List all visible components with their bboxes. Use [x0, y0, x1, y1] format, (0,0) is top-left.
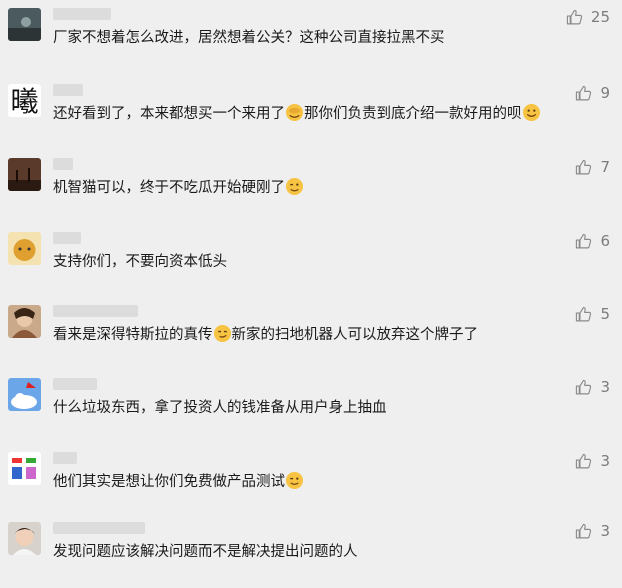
comment-text: 什么垃圾东西，拿了投资人的钱准备从用户身上抽血: [53, 400, 387, 416]
like-count: 7: [600, 158, 610, 176]
like-count: 3: [600, 452, 610, 470]
like-button[interactable]: 3: [575, 378, 610, 396]
like-button[interactable]: 7: [575, 158, 610, 176]
wink-emoji-icon: [285, 177, 304, 196]
avatar[interactable]: [8, 232, 41, 265]
comment-text-part: 那你们负责到底介绍一款好用的呗: [304, 106, 522, 122]
nickname[interactable]: [53, 305, 138, 317]
comment-item: 机智猫可以，终于不吃瓜开始硬刚了 7: [0, 152, 622, 224]
thumbs-up-icon: [575, 306, 592, 323]
nickname[interactable]: [53, 522, 145, 534]
comment-item: 看来是深得特斯拉的真传 新家的扫地机器人可以放弃这个牌子了 5: [0, 299, 622, 371]
avatar[interactable]: [8, 305, 41, 338]
avatar[interactable]: [8, 378, 41, 411]
comment-text: 机智猫可以，终于不吃瓜开始硬刚了: [53, 176, 304, 200]
comment-text-part: 新家的扫地机器人可以放弃这个牌子了: [231, 327, 479, 343]
like-count: 3: [600, 378, 610, 396]
thumbs-up-icon: [575, 523, 592, 540]
nickname[interactable]: [53, 8, 111, 20]
facepalm-emoji-icon: [285, 103, 304, 122]
nickname[interactable]: [53, 232, 81, 244]
comment-item: 什么垃圾东西，拿了投资人的钱准备从用户身上抽血 3: [0, 372, 622, 444]
comment-text-part: 机智猫可以，终于不吃瓜开始硬刚了: [53, 180, 285, 196]
comment-text: 支持你们，不要向资本低头: [53, 254, 227, 270]
like-count: 25: [590, 8, 610, 26]
comment-item: 厂家不想着怎么改进，居然想着公关？这种公司直接拉黑不买 25: [0, 2, 622, 74]
avatar[interactable]: [8, 522, 41, 555]
comment-text: 看来是深得特斯拉的真传 新家的扫地机器人可以放弃这个牌子了: [53, 323, 478, 347]
comment-item: 他们其实是想让你们免费做产品测试 3: [0, 446, 622, 518]
thumbs-up-icon: [575, 159, 592, 176]
thumbs-up-icon: [566, 9, 583, 26]
wink-tongue-emoji-icon: [285, 471, 304, 490]
like-button[interactable]: 3: [575, 452, 610, 470]
like-button[interactable]: 3: [575, 522, 610, 540]
avatar[interactable]: [8, 158, 41, 191]
like-count: 6: [600, 232, 610, 250]
avatar[interactable]: 曦: [8, 84, 41, 117]
like-button[interactable]: 25: [566, 8, 610, 26]
thumbs-up-icon: [575, 233, 592, 250]
like-button[interactable]: 6: [575, 232, 610, 250]
comment-text: 厂家不想着怎么改进，居然想着公关？这种公司直接拉黑不买: [53, 30, 445, 46]
like-count: 3: [600, 522, 610, 540]
comment-text-part: 看来是深得特斯拉的真传: [53, 327, 213, 343]
avatar[interactable]: [8, 8, 41, 41]
like-count: 5: [600, 305, 610, 323]
nickname[interactable]: [53, 158, 73, 170]
avatar-character: 曦: [10, 85, 38, 117]
comment-text: 还好看到了，本来都想买一个来用了 那你们负责到底介绍一款好用的呗: [53, 102, 541, 126]
smirk-emoji-icon: [213, 324, 231, 343]
avatar[interactable]: [8, 452, 41, 485]
nickname[interactable]: [53, 378, 97, 390]
like-button[interactable]: 9: [575, 84, 610, 102]
comment-text-part: 还好看到了，本来都想买一个来用了: [53, 106, 285, 122]
smile-emoji-icon: [522, 103, 540, 122]
thumbs-up-icon: [575, 85, 592, 102]
nickname[interactable]: [53, 84, 83, 96]
comment-text: 发现问题应该解决问题而不是解决提出问题的人: [53, 544, 358, 560]
like-button[interactable]: 5: [575, 305, 610, 323]
comment-item: 支持你们，不要向资本低头 6: [0, 226, 622, 298]
nickname[interactable]: [53, 452, 77, 464]
comment-item: 曦 还好看到了，本来都想买一个来用了 那你们负责到底介绍一款好用的呗 9: [0, 78, 622, 150]
comment-text-part: 他们其实是想让你们免费做产品测试: [53, 474, 285, 490]
like-count: 9: [600, 84, 610, 102]
thumbs-up-icon: [575, 453, 592, 470]
comment-text: 他们其实是想让你们免费做产品测试: [53, 470, 304, 494]
thumbs-up-icon: [575, 379, 592, 396]
comment-item: 发现问题应该解决问题而不是解决提出问题的人 3: [0, 516, 622, 588]
